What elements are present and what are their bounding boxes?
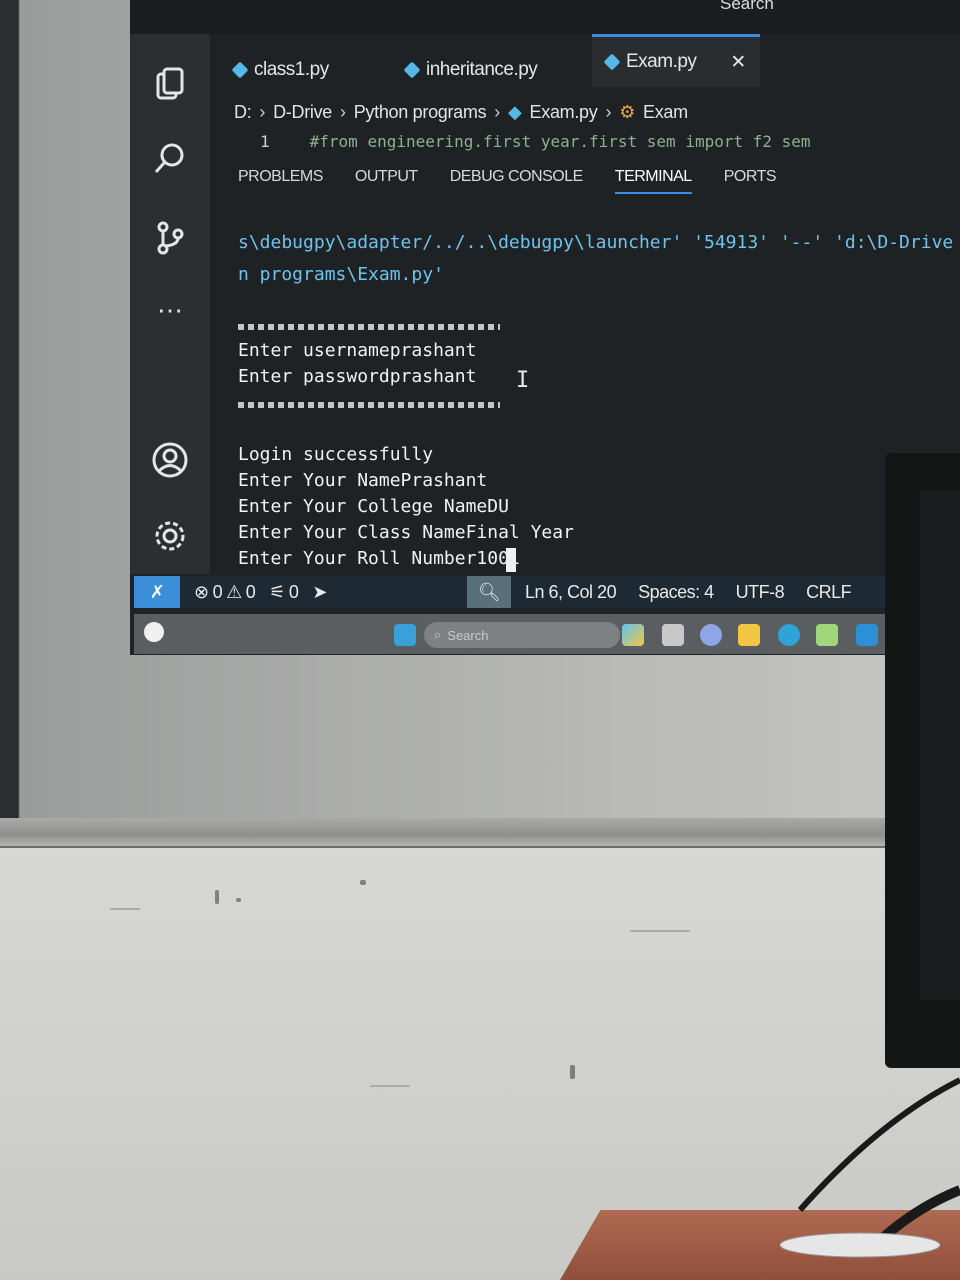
- chat-icon[interactable]: [700, 624, 722, 646]
- title-bar: Search: [130, 0, 960, 34]
- warning-icon: ⚠: [226, 581, 242, 602]
- taskbar-search[interactable]: ⌕ Search: [424, 622, 620, 648]
- close-tab-icon[interactable]: ✕: [730, 51, 746, 74]
- run-icon[interactable]: ➤: [312, 582, 327, 603]
- line-ending[interactable]: CRLF: [806, 582, 852, 603]
- python-file-icon: [603, 53, 621, 71]
- tab-terminal[interactable]: TERMINAL: [614, 168, 692, 194]
- terminal-input-line[interactable]: Enter Your Roll Number1001: [238, 548, 520, 569]
- search-icon[interactable]: [150, 138, 190, 178]
- breadcrumb-file[interactable]: Exam.py: [530, 102, 598, 123]
- terminal-output-line: Enter Your NamePrashant: [238, 470, 488, 491]
- cursor-position[interactable]: Ln 6, Col 20: [525, 582, 617, 603]
- settings-gear-icon[interactable]: [150, 516, 190, 556]
- file-explorer-icon[interactable]: [738, 624, 760, 646]
- tab-class1[interactable]: class1.py: [231, 50, 329, 90]
- terminal-output-line: Login successfully: [238, 444, 434, 465]
- separator-line: [238, 324, 500, 330]
- breadcrumb-folder[interactable]: Python programs: [354, 102, 487, 123]
- cables: [779, 1077, 960, 1258]
- error-icon: ⊗: [194, 581, 209, 602]
- status-bar: ✗ ⊗ 0 ⚠ 0 ⚟ 0 ➤ 🔍︎ Ln 6, Col 20 Spaces: …: [134, 576, 898, 608]
- breadcrumb-folder[interactable]: D-Drive: [273, 102, 332, 123]
- copilot-icon[interactable]: [622, 624, 644, 646]
- editor-area: class1.py inheritance.py Exam.py ✕ D: › …: [210, 34, 960, 574]
- tab-label: class1.py: [254, 59, 329, 80]
- encoding[interactable]: UTF-8: [736, 582, 785, 603]
- weather-icon[interactable]: [144, 622, 164, 642]
- edge-icon[interactable]: [778, 624, 800, 646]
- code-text: #from engineering.first year.first sem i…: [309, 132, 811, 151]
- text-cursor-icon: I: [516, 368, 530, 393]
- breadcrumb-symbol[interactable]: Exam: [643, 102, 688, 123]
- tab-output[interactable]: OUTPUT: [355, 168, 418, 194]
- terminal-output-line: Enter Your Class NameFinal Year: [238, 522, 574, 543]
- monitor-screen: [920, 490, 960, 1000]
- panel-tabs: PROBLEMS OUTPUT DEBUG CONSOLE TERMINAL P…: [238, 168, 777, 194]
- terminal-caret: [506, 548, 516, 572]
- problems-indicator[interactable]: ⊗ 0 ⚠ 0: [194, 581, 256, 603]
- separator-line: [238, 402, 500, 408]
- start-icon[interactable]: [394, 624, 416, 646]
- zoom-icon[interactable]: 🔍︎: [467, 576, 512, 608]
- taskbar: ⌕ Search: [134, 614, 896, 654]
- terminal-command-line: s\debugpy\adapter/../..\debugpy\launcher…: [238, 232, 954, 253]
- antenna-icon: ⚟: [269, 581, 285, 602]
- python-file-icon: ◆: [508, 102, 522, 122]
- more-icon[interactable]: ⋯: [150, 295, 190, 335]
- tab-problems[interactable]: PROBLEMS: [238, 168, 323, 194]
- screen-ledge: [0, 818, 890, 848]
- terminal-output-line: Enter passwordprashant: [238, 366, 477, 387]
- tab-label: inheritance.py: [426, 59, 538, 80]
- terminal-output-line: Enter Your College NameDU: [238, 496, 509, 517]
- python-file-icon: [403, 61, 421, 79]
- tab-label: Exam.py: [626, 51, 697, 72]
- remote-icon[interactable]: ✗: [134, 576, 180, 608]
- store-icon[interactable]: [816, 624, 838, 646]
- python-file-icon: [231, 61, 249, 79]
- breadcrumb-drive[interactable]: D:: [234, 102, 252, 123]
- code-line[interactable]: 1 #from engineering.first year.first sem …: [260, 132, 811, 151]
- class-symbol-icon: ⚙: [619, 102, 636, 122]
- line-number: 1: [260, 132, 270, 151]
- breadcrumb: D: › D-Drive › Python programs › ◆ Exam.…: [234, 102, 688, 123]
- search-icon: ⌕: [434, 627, 442, 642]
- tab-exam[interactable]: Exam.py ✕: [592, 34, 760, 87]
- tab-inheritance[interactable]: inheritance.py: [403, 50, 538, 90]
- task-view-icon[interactable]: [662, 624, 684, 646]
- tab-ports[interactable]: PORTS: [724, 168, 777, 194]
- terminal-command-line: n programs\Exam.py': [238, 264, 444, 285]
- account-icon[interactable]: [150, 440, 190, 480]
- vscode-taskbar-icon[interactable]: [856, 624, 878, 646]
- ports-indicator[interactable]: ⚟ 0: [269, 581, 299, 603]
- indentation[interactable]: Spaces: 4: [638, 582, 714, 603]
- title-search[interactable]: Search: [720, 0, 774, 14]
- explorer-icon[interactable]: [150, 64, 190, 104]
- source-control-icon[interactable]: [150, 218, 190, 258]
- tab-debug-console[interactable]: DEBUG CONSOLE: [450, 168, 584, 194]
- terminal-output-line: Enter usernameprashant: [238, 340, 477, 361]
